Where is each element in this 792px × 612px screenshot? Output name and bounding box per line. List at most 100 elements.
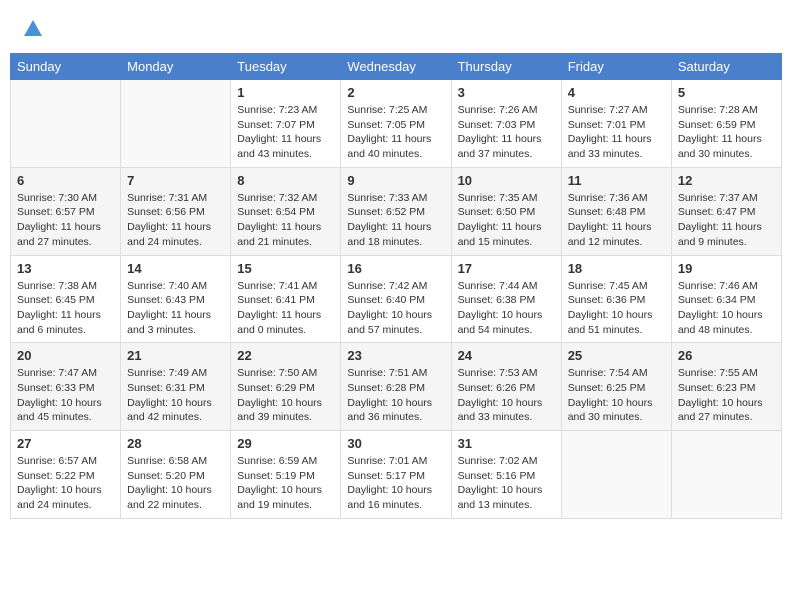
- weekday-header: Monday: [121, 54, 231, 80]
- calendar-cell: 5 Sunrise: 7:28 AMSunset: 6:59 PMDaylight…: [671, 80, 781, 168]
- cell-info: Sunrise: 7:46 AMSunset: 6:34 PMDaylight:…: [678, 279, 775, 338]
- day-number: 29: [237, 436, 334, 451]
- cell-info: Sunrise: 7:28 AMSunset: 6:59 PMDaylight:…: [678, 103, 775, 162]
- cell-info: Sunrise: 7:01 AMSunset: 5:17 PMDaylight:…: [347, 454, 444, 513]
- calendar-week-row: 27 Sunrise: 6:57 AMSunset: 5:22 PMDayligh…: [11, 431, 782, 519]
- day-number: 25: [568, 348, 665, 363]
- cell-info: Sunrise: 7:49 AMSunset: 6:31 PMDaylight:…: [127, 366, 224, 425]
- day-number: 30: [347, 436, 444, 451]
- calendar-cell: 30 Sunrise: 7:01 AMSunset: 5:17 PMDayligh…: [341, 431, 451, 519]
- weekday-header: Sunday: [11, 54, 121, 80]
- calendar-cell: 7 Sunrise: 7:31 AMSunset: 6:56 PMDaylight…: [121, 167, 231, 255]
- calendar-cell: 1 Sunrise: 7:23 AMSunset: 7:07 PMDaylight…: [231, 80, 341, 168]
- calendar-cell: 27 Sunrise: 6:57 AMSunset: 5:22 PMDayligh…: [11, 431, 121, 519]
- calendar-week-row: 6 Sunrise: 7:30 AMSunset: 6:57 PMDaylight…: [11, 167, 782, 255]
- day-number: 31: [458, 436, 555, 451]
- cell-info: Sunrise: 7:23 AMSunset: 7:07 PMDaylight:…: [237, 103, 334, 162]
- day-number: 27: [17, 436, 114, 451]
- calendar-table: SundayMondayTuesdayWednesdayThursdayFrid…: [10, 53, 782, 519]
- cell-info: Sunrise: 7:51 AMSunset: 6:28 PMDaylight:…: [347, 366, 444, 425]
- logo: [20, 18, 44, 45]
- cell-info: Sunrise: 7:47 AMSunset: 6:33 PMDaylight:…: [17, 366, 114, 425]
- calendar-cell: 20 Sunrise: 7:47 AMSunset: 6:33 PMDayligh…: [11, 343, 121, 431]
- calendar-week-row: 20 Sunrise: 7:47 AMSunset: 6:33 PMDayligh…: [11, 343, 782, 431]
- cell-info: Sunrise: 7:38 AMSunset: 6:45 PMDaylight:…: [17, 279, 114, 338]
- calendar-cell: 4 Sunrise: 7:27 AMSunset: 7:01 PMDaylight…: [561, 80, 671, 168]
- cell-info: Sunrise: 7:32 AMSunset: 6:54 PMDaylight:…: [237, 191, 334, 250]
- calendar-week-row: 1 Sunrise: 7:23 AMSunset: 7:07 PMDaylight…: [11, 80, 782, 168]
- cell-info: Sunrise: 7:55 AMSunset: 6:23 PMDaylight:…: [678, 366, 775, 425]
- calendar-cell: 18 Sunrise: 7:45 AMSunset: 6:36 PMDayligh…: [561, 255, 671, 343]
- calendar-cell: 22 Sunrise: 7:50 AMSunset: 6:29 PMDayligh…: [231, 343, 341, 431]
- calendar-cell: [561, 431, 671, 519]
- cell-info: Sunrise: 7:44 AMSunset: 6:38 PMDaylight:…: [458, 279, 555, 338]
- day-number: 1: [237, 85, 334, 100]
- cell-info: Sunrise: 7:45 AMSunset: 6:36 PMDaylight:…: [568, 279, 665, 338]
- calendar-week-row: 13 Sunrise: 7:38 AMSunset: 6:45 PMDayligh…: [11, 255, 782, 343]
- day-number: 22: [237, 348, 334, 363]
- calendar-cell: [121, 80, 231, 168]
- day-number: 21: [127, 348, 224, 363]
- weekday-header: Friday: [561, 54, 671, 80]
- day-number: 4: [568, 85, 665, 100]
- weekday-header: Thursday: [451, 54, 561, 80]
- calendar-cell: 23 Sunrise: 7:51 AMSunset: 6:28 PMDayligh…: [341, 343, 451, 431]
- calendar-cell: [11, 80, 121, 168]
- cell-info: Sunrise: 7:31 AMSunset: 6:56 PMDaylight:…: [127, 191, 224, 250]
- day-number: 13: [17, 261, 114, 276]
- cell-info: Sunrise: 7:27 AMSunset: 7:01 PMDaylight:…: [568, 103, 665, 162]
- day-number: 24: [458, 348, 555, 363]
- day-number: 2: [347, 85, 444, 100]
- calendar-cell: 25 Sunrise: 7:54 AMSunset: 6:25 PMDayligh…: [561, 343, 671, 431]
- calendar-cell: 26 Sunrise: 7:55 AMSunset: 6:23 PMDayligh…: [671, 343, 781, 431]
- calendar-cell: 21 Sunrise: 7:49 AMSunset: 6:31 PMDayligh…: [121, 343, 231, 431]
- calendar-cell: 17 Sunrise: 7:44 AMSunset: 6:38 PMDayligh…: [451, 255, 561, 343]
- day-number: 16: [347, 261, 444, 276]
- day-number: 7: [127, 173, 224, 188]
- day-number: 11: [568, 173, 665, 188]
- calendar-cell: 31Sunrise: 7:02 AMSunset: 5:16 PMDayligh…: [451, 431, 561, 519]
- cell-info: Sunrise: 7:36 AMSunset: 6:48 PMDaylight:…: [568, 191, 665, 250]
- calendar-cell: 24 Sunrise: 7:53 AMSunset: 6:26 PMDayligh…: [451, 343, 561, 431]
- day-number: 19: [678, 261, 775, 276]
- day-number: 14: [127, 261, 224, 276]
- calendar-cell: 9 Sunrise: 7:33 AMSunset: 6:52 PMDaylight…: [341, 167, 451, 255]
- cell-info: Sunrise: 7:37 AMSunset: 6:47 PMDaylight:…: [678, 191, 775, 250]
- cell-info: Sunrise: 7:25 AMSunset: 7:05 PMDaylight:…: [347, 103, 444, 162]
- calendar-cell: 29 Sunrise: 6:59 AMSunset: 5:19 PMDayligh…: [231, 431, 341, 519]
- day-number: 18: [568, 261, 665, 276]
- cell-info: Sunrise: 7:33 AMSunset: 6:52 PMDaylight:…: [347, 191, 444, 250]
- cell-info: Sunrise: 7:41 AMSunset: 6:41 PMDaylight:…: [237, 279, 334, 338]
- cell-info: Sunrise: 6:58 AMSunset: 5:20 PMDaylight:…: [127, 454, 224, 513]
- day-number: 3: [458, 85, 555, 100]
- day-number: 28: [127, 436, 224, 451]
- day-number: 10: [458, 173, 555, 188]
- cell-info: Sunrise: 7:50 AMSunset: 6:29 PMDaylight:…: [237, 366, 334, 425]
- calendar-cell: 10Sunrise: 7:35 AMSunset: 6:50 PMDayligh…: [451, 167, 561, 255]
- day-number: 17: [458, 261, 555, 276]
- calendar-cell: 12 Sunrise: 7:37 AMSunset: 6:47 PMDayligh…: [671, 167, 781, 255]
- cell-info: Sunrise: 6:59 AMSunset: 5:19 PMDaylight:…: [237, 454, 334, 513]
- day-number: 20: [17, 348, 114, 363]
- calendar-cell: 8Sunrise: 7:32 AMSunset: 6:54 PMDaylight…: [231, 167, 341, 255]
- cell-info: Sunrise: 7:26 AMSunset: 7:03 PMDaylight:…: [458, 103, 555, 162]
- day-number: 23: [347, 348, 444, 363]
- day-number: 15: [237, 261, 334, 276]
- cell-info: Sunrise: 7:53 AMSunset: 6:26 PMDaylight:…: [458, 366, 555, 425]
- day-number: 12: [678, 173, 775, 188]
- cell-info: Sunrise: 6:57 AMSunset: 5:22 PMDaylight:…: [17, 454, 114, 513]
- calendar-cell: [671, 431, 781, 519]
- calendar-cell: 11 Sunrise: 7:36 AMSunset: 6:48 PMDayligh…: [561, 167, 671, 255]
- day-number: 26: [678, 348, 775, 363]
- cell-info: Sunrise: 7:40 AMSunset: 6:43 PMDaylight:…: [127, 279, 224, 338]
- weekday-header: Wednesday: [341, 54, 451, 80]
- calendar-cell: 19 Sunrise: 7:46 AMSunset: 6:34 PMDayligh…: [671, 255, 781, 343]
- cell-info: Sunrise: 7:30 AMSunset: 6:57 PMDaylight:…: [17, 191, 114, 250]
- calendar-cell: 16Sunrise: 7:42 AMSunset: 6:40 PMDayligh…: [341, 255, 451, 343]
- calendar-cell: 14 Sunrise: 7:40 AMSunset: 6:43 PMDayligh…: [121, 255, 231, 343]
- cell-info: Sunrise: 7:54 AMSunset: 6:25 PMDaylight:…: [568, 366, 665, 425]
- day-number: 6: [17, 173, 114, 188]
- day-number: 9: [347, 173, 444, 188]
- day-number: 5: [678, 85, 775, 100]
- logo-icon: [22, 18, 44, 40]
